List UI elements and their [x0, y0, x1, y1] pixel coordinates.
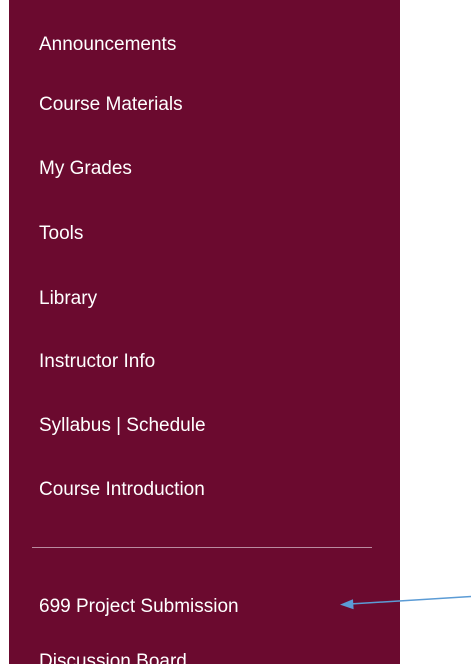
sidebar-item-syllabus-schedule[interactable]: Syllabus | Schedule: [39, 414, 206, 438]
menu-divider: [32, 547, 372, 548]
sidebar-item-library[interactable]: Library: [39, 287, 97, 311]
sidebar-item-discussion-board[interactable]: Discussion Board: [39, 650, 187, 664]
arrow-head: [340, 599, 354, 610]
sidebar-item-my-grades[interactable]: My Grades: [39, 157, 132, 181]
sidebar-item-course-introduction[interactable]: Course Introduction: [39, 478, 205, 502]
sidebar-item-tools[interactable]: Tools: [39, 222, 83, 246]
arrow-shaft: [349, 595, 471, 605]
annotation-arrow-icon: [340, 595, 471, 610]
course-sidebar: Announcements Course Materials My Grades…: [9, 0, 400, 664]
sidebar-item-699-project-submission[interactable]: 699 Project Submission: [39, 595, 239, 619]
sidebar-item-instructor-info[interactable]: Instructor Info: [39, 350, 155, 374]
sidebar-item-course-materials[interactable]: Course Materials: [39, 93, 183, 117]
sidebar-item-announcements[interactable]: Announcements: [39, 33, 176, 57]
